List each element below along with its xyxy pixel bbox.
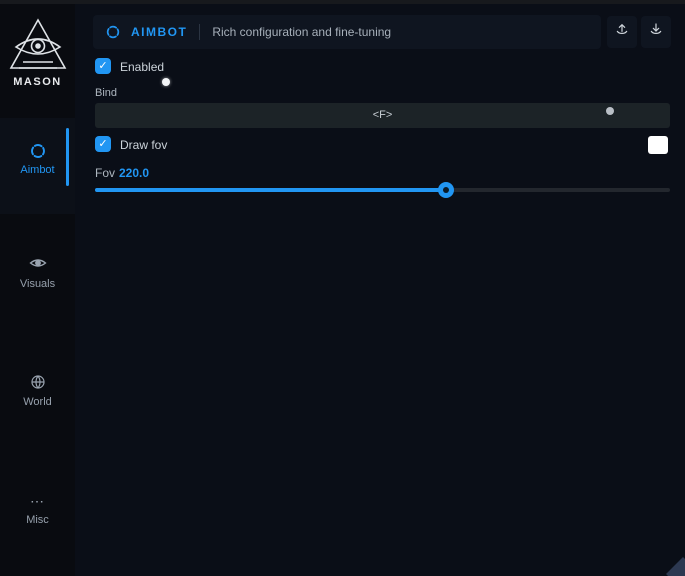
sidebar-item-label: World [0, 396, 75, 408]
globe-icon [0, 374, 75, 392]
active-indicator-bar [66, 128, 69, 186]
upload-icon [614, 22, 630, 43]
logo-text: MASON [0, 76, 75, 88]
fov-label: Fov [95, 166, 115, 180]
fov-slider-fill [95, 188, 446, 192]
sidebar-item-label: Misc [0, 514, 75, 526]
fov-slider[interactable] [95, 188, 670, 192]
crosshair-icon [105, 24, 121, 40]
sidebar-item-misc[interactable]: ⋯ Misc [0, 492, 75, 526]
bind-key-field[interactable]: <F> [95, 103, 670, 128]
fov-color-swatch[interactable] [648, 136, 668, 154]
sidebar-item-label: Aimbot [0, 164, 75, 176]
ellipsis-icon: ⋯ [0, 492, 75, 510]
divider [199, 24, 200, 40]
app-logo: MASON [0, 16, 75, 88]
crosshair-icon [0, 142, 75, 160]
field-dot [606, 107, 614, 115]
fov-slider-thumb[interactable] [438, 182, 454, 198]
section-subtitle: Rich configuration and fine-tuning [212, 25, 391, 39]
enabled-checkbox[interactable]: ✓ [95, 58, 111, 74]
sidebar-item-visuals[interactable]: Visuals [0, 256, 75, 290]
mouse-cursor-dot [162, 78, 170, 86]
main-panel: AIMBOT Rich configuration and fine-tunin… [75, 4, 685, 576]
import-config-button[interactable] [641, 16, 671, 48]
section-title: AIMBOT [131, 25, 187, 39]
pyramid-eye-logo-icon [0, 16, 75, 74]
enabled-label: Enabled [120, 60, 164, 74]
app-window: MASON Aimbot Visuals [0, 0, 685, 576]
sidebar-item-label: Visuals [0, 278, 75, 290]
bind-label: Bind [95, 87, 117, 99]
eye-icon [0, 256, 75, 274]
download-icon [648, 22, 664, 43]
sidebar-item-aimbot[interactable]: Aimbot [0, 118, 75, 214]
fov-value: 220.0 [119, 166, 149, 180]
section-header: AIMBOT Rich configuration and fine-tunin… [93, 15, 601, 49]
export-config-button[interactable] [607, 16, 637, 48]
draw-fov-checkbox[interactable]: ✓ [95, 136, 111, 152]
draw-fov-label: Draw fov [120, 138, 167, 152]
sidebar: MASON Aimbot Visuals [0, 4, 75, 576]
sidebar-item-world[interactable]: World [0, 374, 75, 408]
